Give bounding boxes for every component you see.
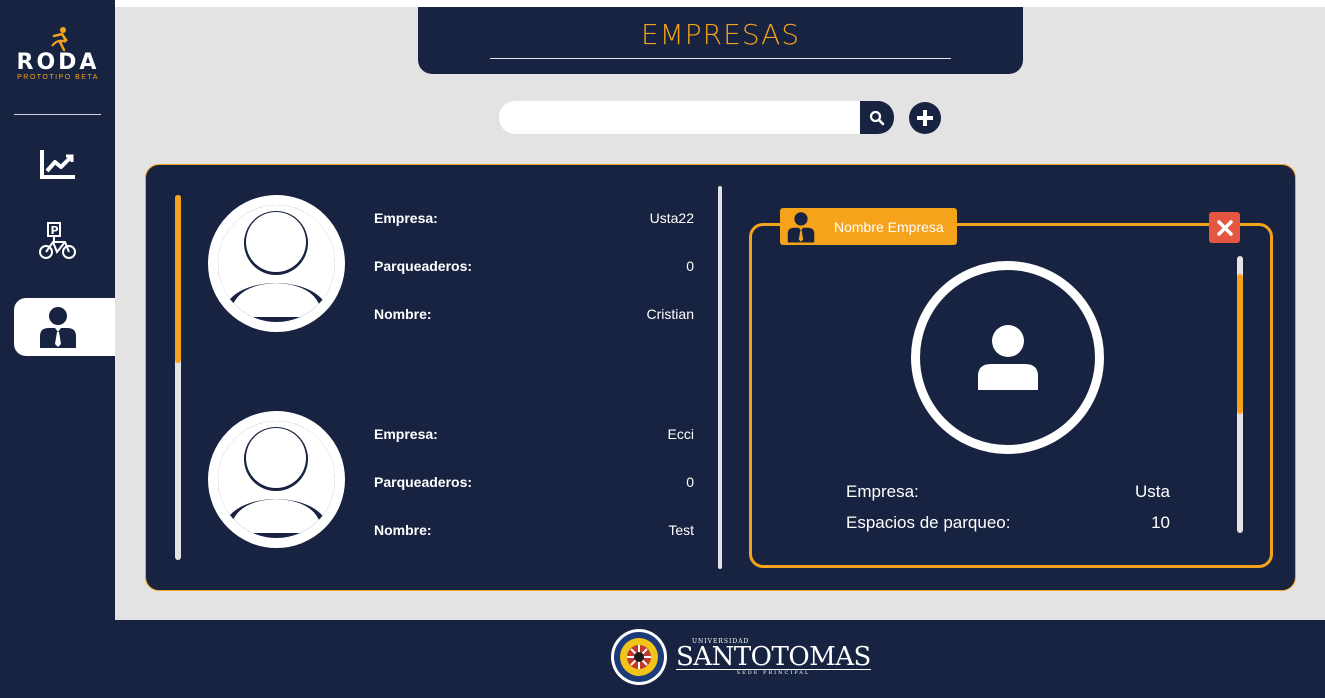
detail-value: Usta <box>1135 482 1170 501</box>
field-value: 0 <box>686 258 694 274</box>
sidebar-item-statistics[interactable] <box>14 135 115 193</box>
company-card[interactable]: Empresa: Ecci Parqueaderos: 0 Nombre: Te… <box>208 411 698 551</box>
field-value: Test <box>668 522 694 538</box>
panel-divider <box>718 186 722 569</box>
field-nombre: Nombre: Test <box>374 522 694 538</box>
close-icon <box>1216 219 1233 236</box>
field-label: Nombre: <box>374 522 432 538</box>
detail-scrollbar-thumb[interactable] <box>1237 274 1243 414</box>
user-avatar-icon <box>218 205 335 322</box>
avatar <box>208 411 345 548</box>
search-input[interactable] <box>499 101 861 134</box>
top-strip <box>115 0 1325 7</box>
close-detail-button[interactable] <box>1209 212 1240 243</box>
university-logo: UNIVERSIDAD SANTOTOMAS SEDE PRINCIPAL <box>610 628 871 686</box>
detail-tag-icon-wrap <box>780 211 822 243</box>
search-icon <box>869 110 885 125</box>
logo-subtitle: PROTOTIPO BETA <box>17 74 99 81</box>
search-button[interactable] <box>860 101 894 134</box>
field-value: Usta22 <box>649 210 694 226</box>
plus-icon <box>917 110 933 126</box>
field-parqueaderos: Parqueaderos: 0 <box>374 474 694 490</box>
field-empresa: Empresa: Ecci <box>374 426 694 442</box>
parking-bike-icon: P <box>38 222 76 259</box>
detail-espacios: Espacios de parqueo: 10 <box>846 513 1170 533</box>
detail-label: Espacios de parqueo: <box>846 513 1011 532</box>
sidebar-item-companies[interactable] <box>14 298 115 356</box>
sidebar: RODA PROTOTIPO BETA P <box>0 0 115 698</box>
business-user-icon <box>39 307 76 348</box>
university-name: UNIVERSIDAD SANTOTOMAS SEDE PRINCIPAL <box>676 638 871 676</box>
add-company-button[interactable] <box>909 102 941 134</box>
logo-text: RODA <box>16 50 100 75</box>
chart-icon <box>39 150 75 179</box>
field-value: Ecci <box>667 426 694 442</box>
sidebar-divider <box>14 114 101 115</box>
field-value: 0 <box>686 474 694 490</box>
detail-value: 10 <box>1151 513 1170 532</box>
field-label: Empresa: <box>374 210 438 226</box>
page-title: EMPRESAS <box>640 18 801 51</box>
field-label: Parqueaderos: <box>374 474 473 490</box>
business-user-icon <box>787 211 815 242</box>
field-parqueaderos: Parqueaderos: 0 <box>374 258 694 274</box>
app-logo: RODA PROTOTIPO BETA <box>12 26 104 86</box>
field-empresa: Empresa: Usta22 <box>374 210 694 226</box>
field-label: Parqueaderos: <box>374 258 473 274</box>
detail-tag-label: Nombre Empresa <box>834 218 944 235</box>
user-icon <box>977 324 1038 390</box>
field-nombre: Nombre: Cristian <box>374 306 694 322</box>
title-underline <box>490 58 951 59</box>
detail-empresa: Empresa: Usta <box>846 482 1170 502</box>
company-card[interactable]: Empresa: Usta22 Parqueaderos: 0 Nombre: … <box>208 195 698 335</box>
field-label: Nombre: <box>374 306 432 322</box>
avatar <box>208 195 345 332</box>
user-avatar-icon <box>218 421 335 538</box>
detail-avatar <box>911 261 1104 454</box>
detail-label: Empresa: <box>846 482 919 501</box>
detail-tag: Nombre Empresa <box>780 208 957 245</box>
svg-text:P: P <box>50 224 58 237</box>
sidebar-item-parking[interactable]: P <box>14 212 115 270</box>
list-scrollbar-thumb[interactable] <box>175 195 181 363</box>
university-seal-icon <box>611 629 667 685</box>
field-value: Cristian <box>646 306 694 322</box>
field-label: Empresa: <box>374 426 438 442</box>
university-big: SANTOTOMAS <box>676 642 871 672</box>
